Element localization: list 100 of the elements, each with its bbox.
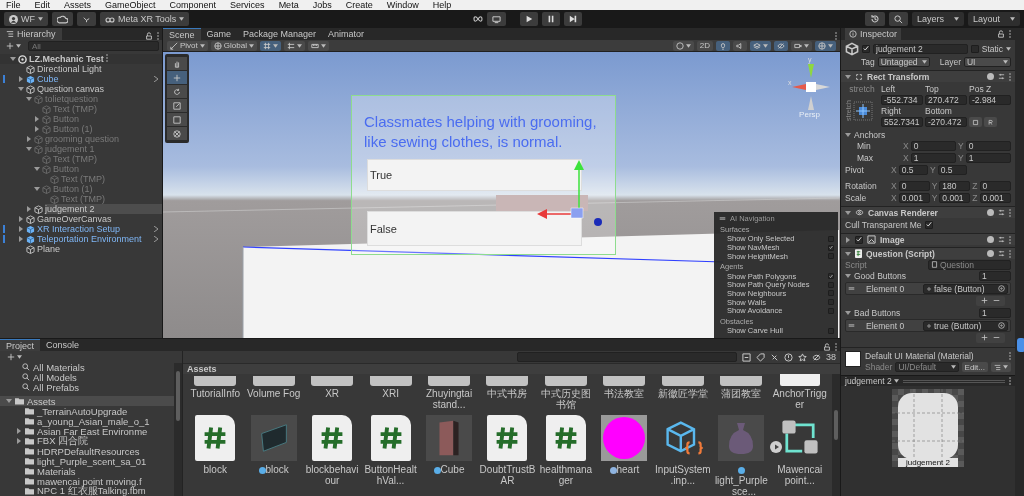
checkbox[interactable] (828, 244, 834, 251)
hierarchy-item[interactable]: GameOverCanvas (37, 214, 162, 224)
menu-item[interactable]: Jobs (312, 0, 332, 10)
account-button[interactable]: WF (4, 12, 48, 26)
menu-item[interactable]: Help (432, 0, 452, 10)
help-icon[interactable] (987, 209, 994, 216)
number-field[interactable]: 180 (939, 181, 971, 191)
scale-tool-button[interactable] (167, 99, 187, 112)
raw-edit-button[interactable] (984, 117, 997, 127)
number-field[interactable]: 1 (910, 153, 956, 163)
script-field[interactable]: Question (928, 259, 1011, 270)
gizmos-button[interactable] (815, 40, 836, 51)
hierarchy-item[interactable]: judgement 2 (45, 204, 162, 214)
play-icon[interactable] (770, 441, 783, 453)
menu-item[interactable]: Create (345, 0, 373, 10)
camera-button[interactable] (791, 40, 812, 51)
foldout-label[interactable]: Anchors (854, 129, 886, 140)
expand-arrow-icon[interactable] (18, 236, 24, 242)
expand-arrow-icon[interactable] (18, 86, 24, 92)
shader-dropdown[interactable]: UI/Default (895, 362, 959, 372)
folder-row[interactable]: a_young_Asian_male_o_1 (0, 416, 174, 426)
expand-arrow-icon[interactable] (845, 309, 851, 316)
expand-arrow-icon[interactable] (845, 131, 851, 138)
settings-icon[interactable] (998, 250, 1005, 257)
menu-item[interactable]: Edit (34, 0, 51, 10)
expand-arrow-icon[interactable] (34, 116, 40, 122)
hierarchy-item[interactable]: XR Interaction Setup (37, 224, 152, 234)
rotate-tool-button[interactable] (167, 85, 187, 98)
favorite-item[interactable]: All Prefabs (33, 381, 79, 393)
history-button[interactable] (865, 12, 885, 26)
step-button[interactable] (563, 12, 582, 26)
number-field[interactable]: 0 (910, 141, 956, 151)
static-checkbox[interactable] (970, 44, 979, 53)
pivot-dropdown[interactable]: Pivot (167, 40, 208, 51)
grid-visibility-button[interactable] (307, 40, 329, 51)
play-button[interactable] (519, 12, 538, 26)
number-field[interactable]: -552.734 (881, 95, 923, 105)
hierarchy-item[interactable]: Question canvas (37, 84, 162, 94)
more-options-icon[interactable] (105, 54, 108, 62)
rect-tool-button[interactable] (167, 113, 187, 126)
grid-snap-button[interactable] (259, 40, 281, 51)
hierarchy-item[interactable]: Directional Light (37, 64, 162, 74)
list-size-field[interactable]: 1 (979, 270, 1011, 281)
favorite-item[interactable]: All Models (33, 371, 77, 383)
menu-item[interactable]: File (6, 0, 21, 10)
hierarchy-item[interactable]: Plane (37, 244, 162, 254)
space-dropdown[interactable]: Global (210, 40, 257, 51)
folder-row[interactable]: Assets (0, 396, 174, 406)
expand-arrow-icon[interactable] (34, 186, 40, 192)
add-element-button[interactable] (981, 333, 988, 343)
mode-2d-button[interactable]: 2D (696, 40, 713, 51)
number-field[interactable]: 0.001 (898, 193, 930, 203)
expand-arrow-icon[interactable] (18, 76, 24, 82)
scene-tab[interactable]: Scene (163, 28, 201, 40)
number-field[interactable]: -2.984 (969, 95, 1011, 105)
menu-item[interactable]: Component (169, 0, 217, 10)
number-field[interactable]: 1 (965, 153, 1011, 163)
edit-button[interactable]: Edit... (961, 362, 988, 372)
settings-icon[interactable] (998, 236, 1005, 243)
menu-item[interactable]: Services (230, 0, 265, 10)
list-label[interactable]: Bad Buttons (854, 307, 976, 318)
settings-icon[interactable] (998, 73, 1005, 80)
hierarchy-item[interactable]: Cube (37, 74, 152, 84)
collab-button[interactable] (77, 12, 96, 26)
breadcrumb[interactable]: Assets (187, 364, 217, 374)
audio-button[interactable] (733, 40, 747, 51)
expand-arrow-icon[interactable] (845, 236, 851, 243)
favorite-item[interactable]: All Materials (33, 361, 85, 373)
expand-arrow-icon[interactable] (34, 166, 40, 172)
hierarchy-item[interactable]: Teleportation Environment (37, 234, 152, 244)
expand-arrow-icon[interactable] (18, 226, 24, 232)
scrollbar[interactable] (832, 374, 840, 496)
number-field[interactable]: 0 (898, 181, 930, 191)
menu-item[interactable]: Meta (278, 0, 299, 10)
number-field[interactable]: 0.5 (898, 165, 928, 175)
object-name-field[interactable]: judgement 2 (873, 43, 968, 54)
number-field[interactable]: -270.472 (925, 117, 967, 127)
menu-item[interactable]: Assets (64, 0, 92, 10)
tools-menu-button[interactable]: Meta XR Tools (100, 12, 190, 26)
hierarchy-tab[interactable]: Hierarchy (0, 28, 62, 40)
number-field[interactable]: 0.001 (979, 193, 1011, 203)
folder-row[interactable]: light_Purple_scent_sa_01 (0, 456, 174, 466)
active-checkbox[interactable] (862, 44, 870, 53)
number-field[interactable]: 552.7341 (881, 117, 923, 127)
list-label[interactable]: Good Buttons (854, 270, 976, 281)
folder-row[interactable]: _TerrainAutoUpgrade (0, 406, 174, 416)
expand-arrow-icon[interactable] (26, 146, 32, 152)
layer-dropdown[interactable]: UI (964, 56, 1011, 67)
blueprint-mode-button[interactable] (969, 117, 982, 127)
expand-arrow-icon[interactable] (845, 73, 851, 80)
panel-tab[interactable]: Project (0, 339, 40, 351)
answer-button[interactable]: False (367, 211, 582, 246)
layers-dropdown[interactable]: Layers (912, 12, 964, 26)
folder-row[interactable]: NPC 1 红衣服Talking.fbm (0, 486, 174, 496)
number-field[interactable]: 0 (979, 181, 1011, 191)
expand-arrow-icon[interactable] (6, 398, 12, 404)
checkbox[interactable] (828, 273, 834, 280)
settings-icon[interactable] (998, 209, 1005, 216)
expand-arrow-icon[interactable] (845, 272, 851, 279)
list-size-field[interactable]: 1 (979, 307, 1011, 318)
